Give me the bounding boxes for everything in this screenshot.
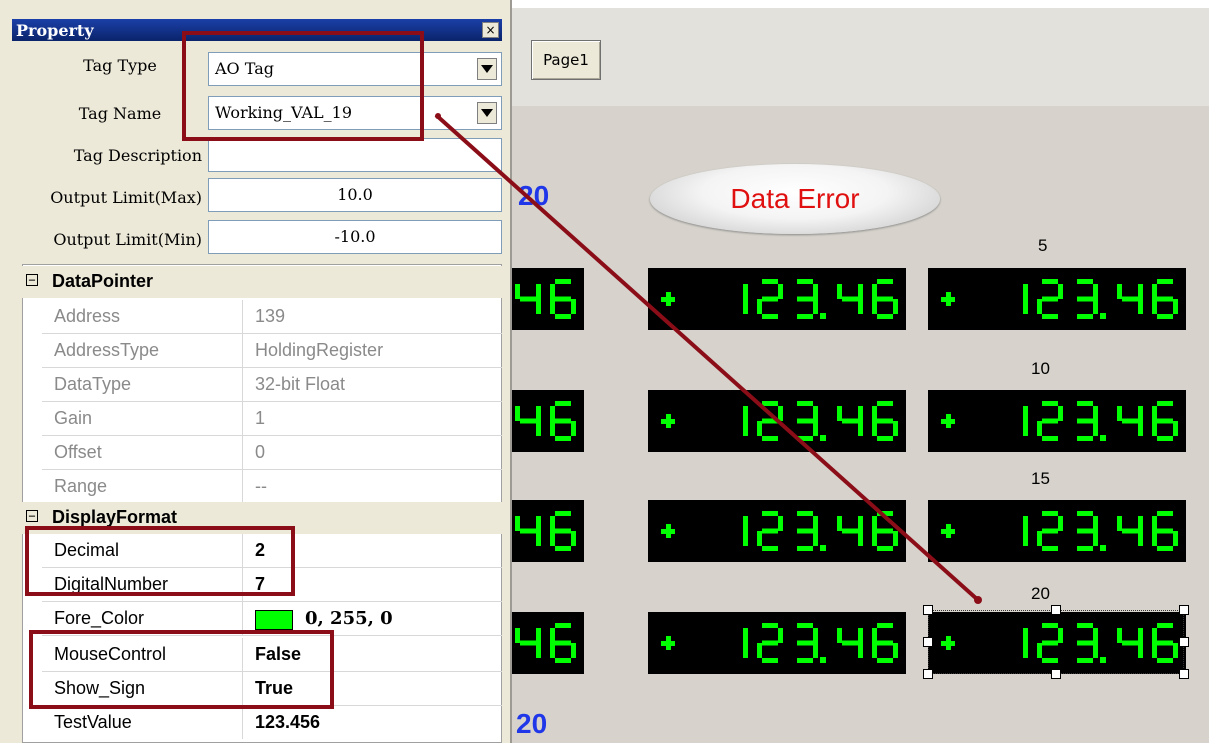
counter-label: 10: [1031, 359, 1050, 378]
canvas-top-strip: [512, 0, 1209, 8]
counter-label: 15: [1031, 469, 1050, 488]
property-key: Range: [54, 476, 108, 496]
highlight-box-tag: [182, 31, 424, 141]
counter-label: 20: [1031, 584, 1050, 603]
chevron-down-icon[interactable]: [477, 58, 497, 80]
lcd-display[interactable]: [512, 500, 584, 562]
property-key: DataType: [54, 374, 132, 394]
color-swatch[interactable]: [255, 610, 293, 630]
chevron-down-icon[interactable]: [477, 102, 497, 124]
property-row[interactable]: Offset 0: [42, 436, 502, 470]
property-key: AddressType: [54, 340, 160, 360]
property-row[interactable]: Address 139: [42, 300, 502, 334]
collapse-icon[interactable]: −: [26, 274, 38, 286]
lcd-display[interactable]: [648, 390, 906, 452]
property-value: 139: [255, 306, 286, 326]
page-tab-band: [512, 8, 1209, 106]
lcd-display[interactable]: [648, 268, 906, 330]
lcd-display[interactable]: [928, 390, 1186, 452]
category-title: DataPointer: [52, 271, 154, 291]
lcd-display[interactable]: [648, 500, 906, 562]
property-row[interactable]: Range --: [42, 470, 502, 504]
tag-type-label: Tag Type: [83, 56, 157, 75]
property-row-test-value[interactable]: TestValue 123.456: [42, 706, 502, 740]
data-error-indicator[interactable]: Data Error: [650, 164, 940, 234]
output-max-label: Output Limit(Max): [50, 188, 202, 207]
output-min-input[interactable]: -10.0: [208, 220, 502, 254]
resize-handle[interactable]: [1179, 637, 1189, 647]
close-button[interactable]: ×: [482, 22, 499, 38]
highlight-box-format: [25, 526, 295, 596]
counter-label: 5: [1038, 236, 1048, 255]
selection-frame: [928, 610, 1184, 674]
tag-description-input[interactable]: [208, 138, 502, 172]
property-value: 123.456: [255, 712, 321, 732]
category-datapointer[interactable]: − DataPointer: [22, 266, 502, 298]
tag-name-label: Tag Name: [78, 104, 162, 123]
property-key: Fore_Color: [54, 608, 145, 628]
resize-handle[interactable]: [1051, 605, 1061, 615]
output-max-input[interactable]: 10.0: [208, 178, 502, 212]
property-row[interactable]: AddressType HoldingRegister: [42, 334, 502, 368]
category-title: DisplayFormat: [52, 507, 178, 527]
resize-handle[interactable]: [923, 637, 933, 647]
blue-value-bottom: 20: [516, 708, 548, 739]
property-value: --: [255, 476, 267, 496]
property-key: Offset: [54, 442, 102, 462]
lcd-display[interactable]: [512, 390, 584, 452]
lcd-display[interactable]: [512, 268, 584, 330]
property-row[interactable]: DataType 32-bit Float: [42, 368, 502, 402]
close-icon: ×: [485, 23, 496, 37]
resize-handle[interactable]: [1051, 669, 1061, 679]
highlight-box-sign: [29, 630, 334, 709]
property-value: 32-bit Float: [255, 374, 346, 394]
property-value: 1: [255, 408, 266, 428]
property-value: 0, 255, 0: [305, 608, 393, 629]
resize-handle[interactable]: [1179, 605, 1189, 615]
resize-handle[interactable]: [923, 605, 933, 615]
property-key: Address: [54, 306, 121, 326]
page1-button[interactable]: Page1: [531, 40, 601, 80]
resize-handle[interactable]: [1179, 669, 1189, 679]
collapse-icon[interactable]: −: [26, 510, 38, 522]
property-key: Gain: [54, 408, 93, 428]
resize-handle[interactable]: [923, 669, 933, 679]
lcd-display[interactable]: [648, 612, 906, 674]
tag-description-label: Tag Description: [73, 146, 202, 165]
blue-value-top: 20: [518, 180, 550, 211]
lcd-display[interactable]: [928, 268, 1186, 330]
property-value: HoldingRegister: [255, 340, 384, 360]
lcd-display[interactable]: [928, 500, 1186, 562]
output-min-label: Output Limit(Min): [53, 230, 202, 249]
property-value: 0: [255, 442, 266, 462]
property-key: TestValue: [54, 712, 132, 732]
property-row[interactable]: Gain 1: [42, 402, 502, 436]
lcd-display[interactable]: [512, 612, 584, 674]
data-error-text: Data Error: [730, 183, 860, 214]
property-title: Property: [16, 21, 94, 40]
